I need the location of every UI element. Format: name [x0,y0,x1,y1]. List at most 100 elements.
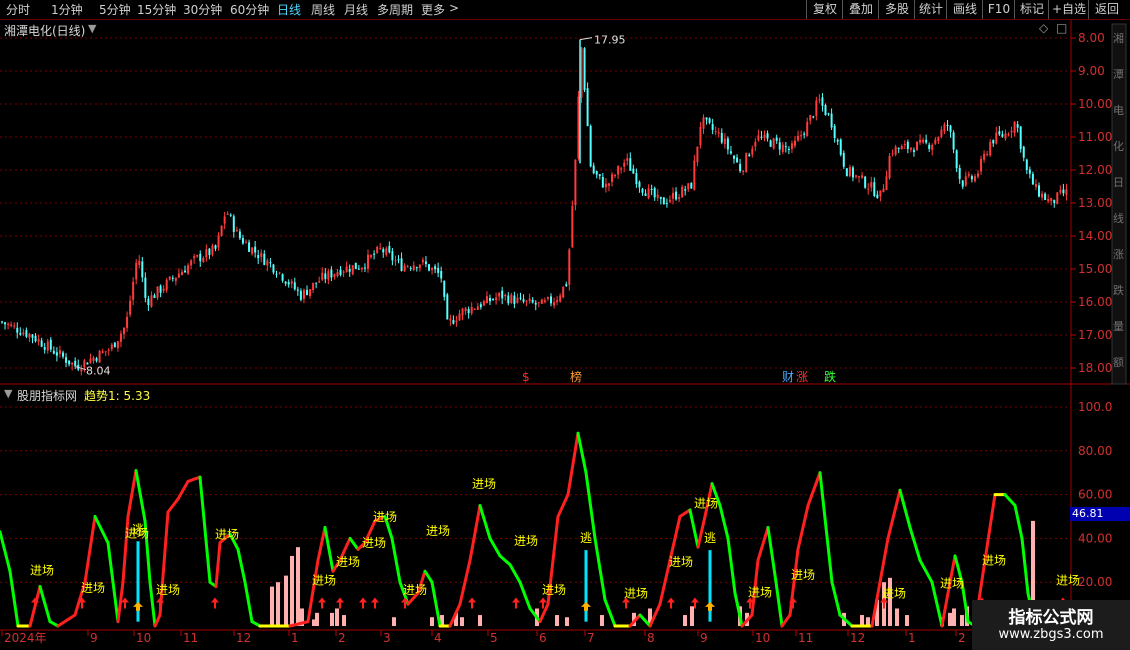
trend-segment [518,580,532,610]
candle-body [58,350,61,354]
multi-stock-button[interactable]: 多股 [878,0,915,19]
candle-body [818,99,821,101]
add-watchlist-button[interactable]: +自选 [1048,0,1089,19]
candle-body [717,132,720,134]
candle-body [351,265,354,275]
candle-body [607,183,610,186]
period-tab-monthly[interactable]: 月线 [344,1,368,18]
candle-body [647,188,650,199]
price-tick-label: 8.00 [1078,31,1105,45]
candle-body [22,332,25,335]
chevron-right-icon[interactable]: > [449,1,459,15]
candle-body [43,347,46,350]
candle-body [345,266,348,273]
period-toolbar: 分时 1分钟 5分钟 15分钟 30分钟 60分钟 日线 周线 月线 多周期 更… [0,0,1130,20]
candle-body [510,294,513,303]
candle-body [614,175,617,177]
candle-body [952,132,955,150]
candle-body [537,302,540,304]
candle-body [324,273,327,280]
trend-segment [898,488,912,529]
period-tab-daily[interactable]: 日线 [277,1,301,18]
up-arrow-icon [468,597,476,609]
candle-body [501,290,504,299]
trend-segment [718,504,730,540]
candle-body [498,292,501,297]
candle-body [543,300,546,302]
trend-segment [603,598,617,628]
candle-body [812,116,815,118]
square-icon[interactable]: □ [1056,21,1067,35]
period-tab-30min[interactable]: 30分钟 [183,1,222,18]
candle-body [489,298,491,302]
period-tab-60min[interactable]: 60分钟 [230,1,269,18]
draw-line-button[interactable]: 画线 [946,0,983,19]
candle-body [107,349,110,351]
volume-bar [600,615,604,626]
candle-body [16,327,19,333]
period-tab-multi[interactable]: 多周期 [377,1,413,18]
trend-segment [243,580,254,624]
candle-body [144,277,147,298]
candle-body [116,341,119,349]
candle-body [315,282,318,284]
volume-bar [315,612,319,626]
candle-body [876,194,879,199]
diamond-icon[interactable]: ◇ [1039,21,1048,35]
candle-body [443,280,446,297]
event-markers: $ 榜 财涨 跌 [522,369,836,384]
period-tab-1min[interactable]: 1分钟 [51,1,83,18]
period-tab-timeshare[interactable]: 分时 [6,1,30,18]
volume-bar [460,617,464,626]
candle-body [275,273,278,275]
candle-body [626,158,629,161]
candle-body [403,265,406,272]
candle-body [281,274,284,281]
period-tab-more[interactable]: 更多 [421,1,445,18]
price-tick-label: 9.00 [1078,64,1105,78]
candle-body [836,139,839,142]
mark-button[interactable]: 标记 [1014,0,1049,19]
price-tick-label: 17.00 [1078,328,1112,342]
candle-body [925,139,928,143]
overlay-button[interactable]: 叠加 [842,0,879,19]
candle-body [534,302,537,305]
trend-segment [830,580,842,617]
back-button[interactable]: 返回 [1088,0,1125,19]
candle-body [431,268,434,270]
candle-body [1050,197,1053,202]
candle-body [900,145,903,150]
chevron-down-icon[interactable]: ▼ [88,22,96,35]
trend-segment [726,536,737,595]
up-arrow-icon [512,597,520,609]
enter-label: 进场 [426,524,450,538]
candle-body [601,177,604,188]
enter-label: 进场 [1056,573,1080,587]
candle-body [46,341,49,351]
stats-button[interactable]: 统计 [914,0,947,19]
indicator-menu-icon[interactable]: ▼ [4,387,12,400]
candle-body [577,96,580,159]
candle-body [226,213,229,215]
candle-body [867,188,870,190]
candle-body [110,344,113,350]
enter-label: 进场 [156,583,180,597]
candle-body [190,260,193,266]
date-label: 2024年 [4,631,47,645]
candle-body [309,289,312,297]
candle-body [977,173,979,177]
period-tab-5min[interactable]: 5分钟 [99,1,131,18]
candle-body [424,261,427,265]
period-tab-15min[interactable]: 15分钟 [137,1,176,18]
up-arrow-icon [336,597,344,609]
candle-body [354,262,357,269]
f10-button[interactable]: F10 [982,0,1015,19]
trend-segment [478,504,492,540]
candle-body [870,182,873,188]
candle-body [912,150,915,153]
fuquan-button[interactable]: 复权 [806,0,843,19]
candle-body [583,48,586,91]
trend-segment [498,554,512,567]
period-tab-weekly[interactable]: 周线 [311,1,335,18]
date-label: 9 [90,631,98,645]
